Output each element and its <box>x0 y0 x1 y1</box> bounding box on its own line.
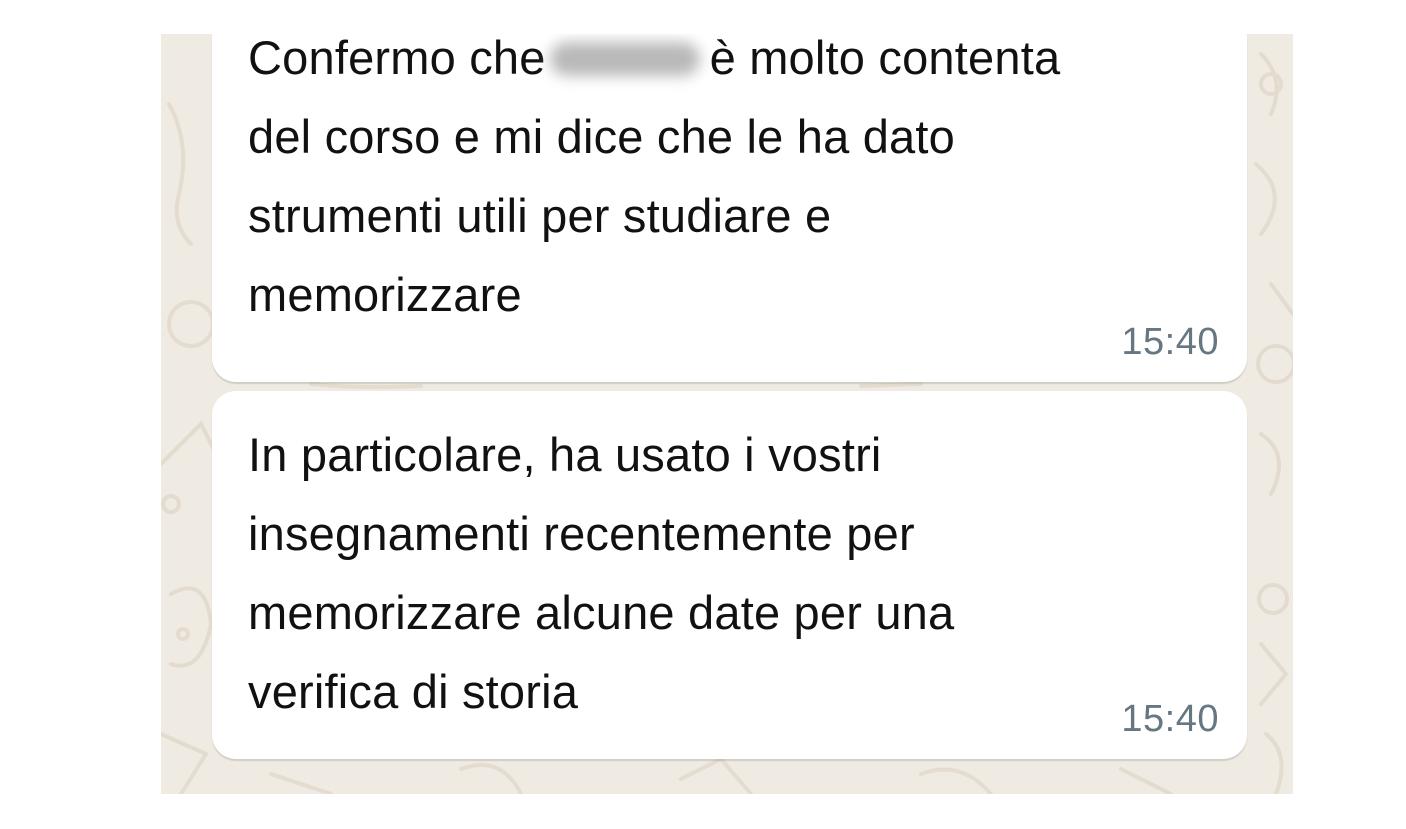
message-text: In particolare, ha usato i vostri insegn… <box>248 428 955 718</box>
chat-conversation-area[interactable]: Confermo che è molto contenta del corso e… <box>161 34 1293 794</box>
message-timestamp: 15:40 <box>1121 698 1219 740</box>
message-timestamp: 15:40 <box>1121 321 1219 363</box>
redacted-name-blur <box>549 42 700 76</box>
message-bubble[interactable]: In particolare, ha usato i vostri insegn… <box>212 391 1247 759</box>
message-bubble[interactable]: Confermo che è molto contenta del corso e… <box>212 34 1247 382</box>
message-text: Confermo che è molto contenta del corso e… <box>248 34 1238 334</box>
message-text-before-redaction: Confermo che <box>248 34 546 84</box>
